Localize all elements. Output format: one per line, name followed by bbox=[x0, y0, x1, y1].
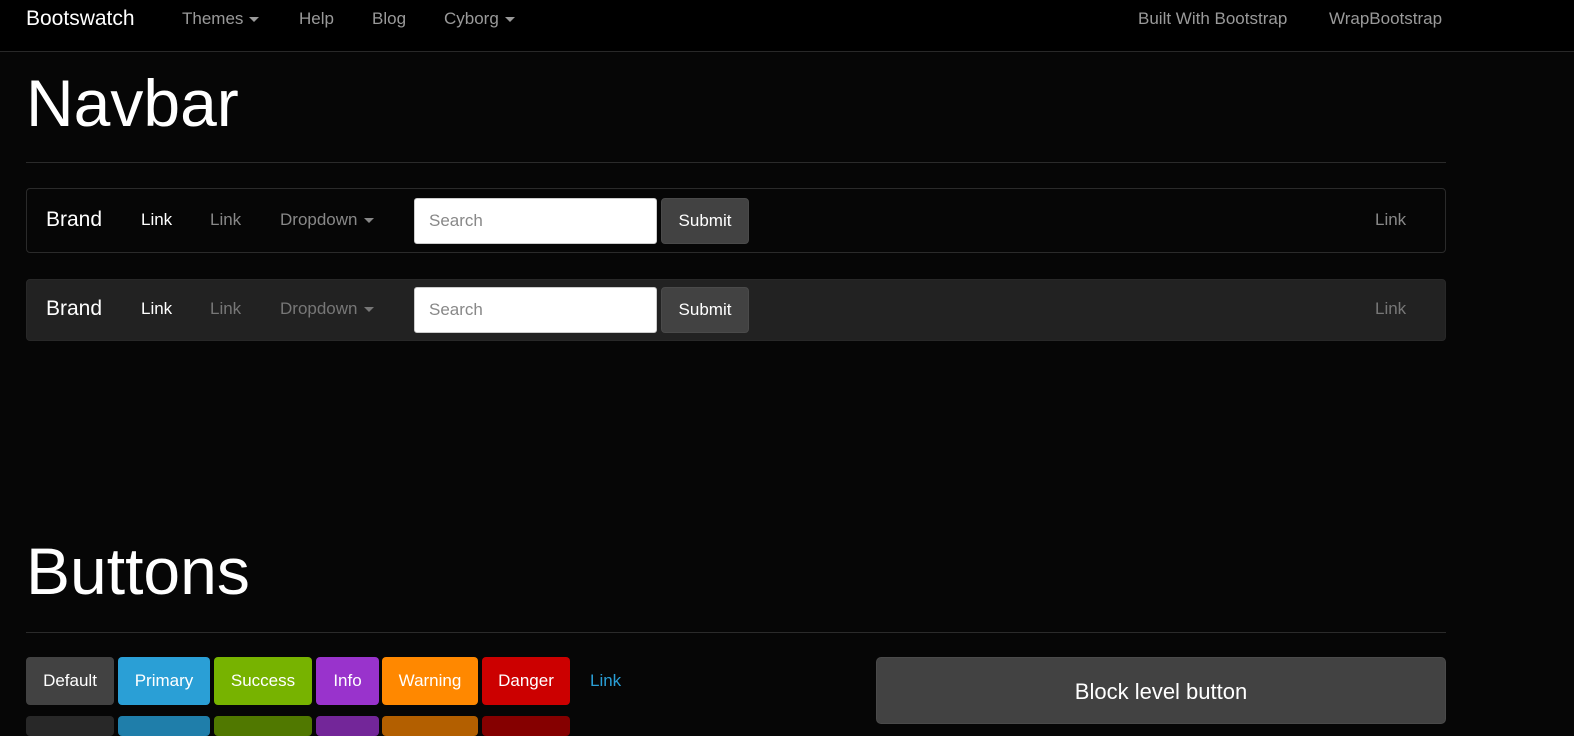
success-button[interactable]: Success bbox=[214, 657, 312, 705]
warning-button[interactable]: Warning bbox=[382, 657, 478, 705]
demo-navbar-right-link[interactable]: Link bbox=[1375, 210, 1406, 230]
demo-navbar-link[interactable]: Link bbox=[210, 299, 241, 319]
info-button[interactable]: Info bbox=[316, 657, 379, 705]
demo-navbar-dropdown-label: Dropdown bbox=[280, 299, 358, 318]
demo-navbar-search-input[interactable] bbox=[414, 198, 657, 244]
demo-navbar-dropdown-label: Dropdown bbox=[280, 210, 358, 229]
danger-button[interactable]: Danger bbox=[482, 657, 570, 705]
demo-navbar-brand[interactable]: Brand bbox=[46, 297, 102, 321]
link-button[interactable]: Link bbox=[590, 657, 621, 705]
success-button-disabled[interactable] bbox=[214, 716, 312, 736]
caret-down-icon bbox=[363, 218, 374, 224]
demo-navbar-link-active[interactable]: Link bbox=[141, 299, 172, 319]
demo-navbar-link-active[interactable]: Link bbox=[141, 210, 172, 230]
nav-item-blog[interactable]: Blog bbox=[372, 8, 406, 30]
demo-navbar-dropdown[interactable]: Dropdown bbox=[280, 299, 374, 319]
danger-button-disabled[interactable] bbox=[482, 716, 570, 736]
default-button[interactable]: Default bbox=[26, 657, 114, 705]
nav-item-cyborg-label: Cyborg bbox=[444, 9, 499, 28]
nav-item-built-with-bootstrap[interactable]: Built With Bootstrap bbox=[1138, 8, 1287, 30]
section-divider bbox=[26, 632, 1446, 633]
demo-navbar-dropdown[interactable]: Dropdown bbox=[280, 210, 374, 230]
demo-navbar-right-link[interactable]: Link bbox=[1375, 299, 1406, 319]
top-navbar: Bootswatch Themes Help Blog Cyborg Built… bbox=[0, 0, 1574, 52]
nav-item-wrapbootstrap[interactable]: WrapBootstrap bbox=[1329, 8, 1442, 30]
demo-navbar-default: Brand Link Link Dropdown Submit Link bbox=[26, 188, 1446, 253]
info-button-disabled[interactable] bbox=[316, 716, 379, 736]
warning-button-disabled[interactable] bbox=[382, 716, 478, 736]
primary-button-disabled[interactable] bbox=[118, 716, 210, 736]
caret-down-icon bbox=[504, 17, 515, 23]
buttons-section-heading: Buttons bbox=[26, 534, 250, 608]
demo-navbar-brand[interactable]: Brand bbox=[46, 208, 102, 232]
nav-item-themes[interactable]: Themes bbox=[182, 8, 260, 30]
demo-navbar-inverse: Brand Link Link Dropdown Submit Link bbox=[26, 279, 1446, 341]
demo-navbar-submit-button[interactable]: Submit bbox=[661, 287, 749, 333]
navbar-section-heading: Navbar bbox=[26, 66, 239, 140]
demo-navbar-submit-button[interactable]: Submit bbox=[661, 198, 749, 244]
primary-button[interactable]: Primary bbox=[118, 657, 210, 705]
demo-navbar-link[interactable]: Link bbox=[210, 210, 241, 230]
section-divider bbox=[26, 162, 1446, 163]
nav-item-cyborg[interactable]: Cyborg bbox=[444, 8, 515, 30]
caret-down-icon bbox=[363, 307, 374, 313]
nav-item-themes-label: Themes bbox=[182, 9, 244, 28]
navbar-brand[interactable]: Bootswatch bbox=[26, 6, 135, 32]
demo-navbar-search-input[interactable] bbox=[414, 287, 657, 333]
nav-item-help[interactable]: Help bbox=[299, 8, 334, 30]
caret-down-icon bbox=[249, 17, 260, 23]
block-level-button[interactable]: Block level button bbox=[876, 657, 1446, 724]
default-button-disabled[interactable] bbox=[26, 716, 114, 736]
